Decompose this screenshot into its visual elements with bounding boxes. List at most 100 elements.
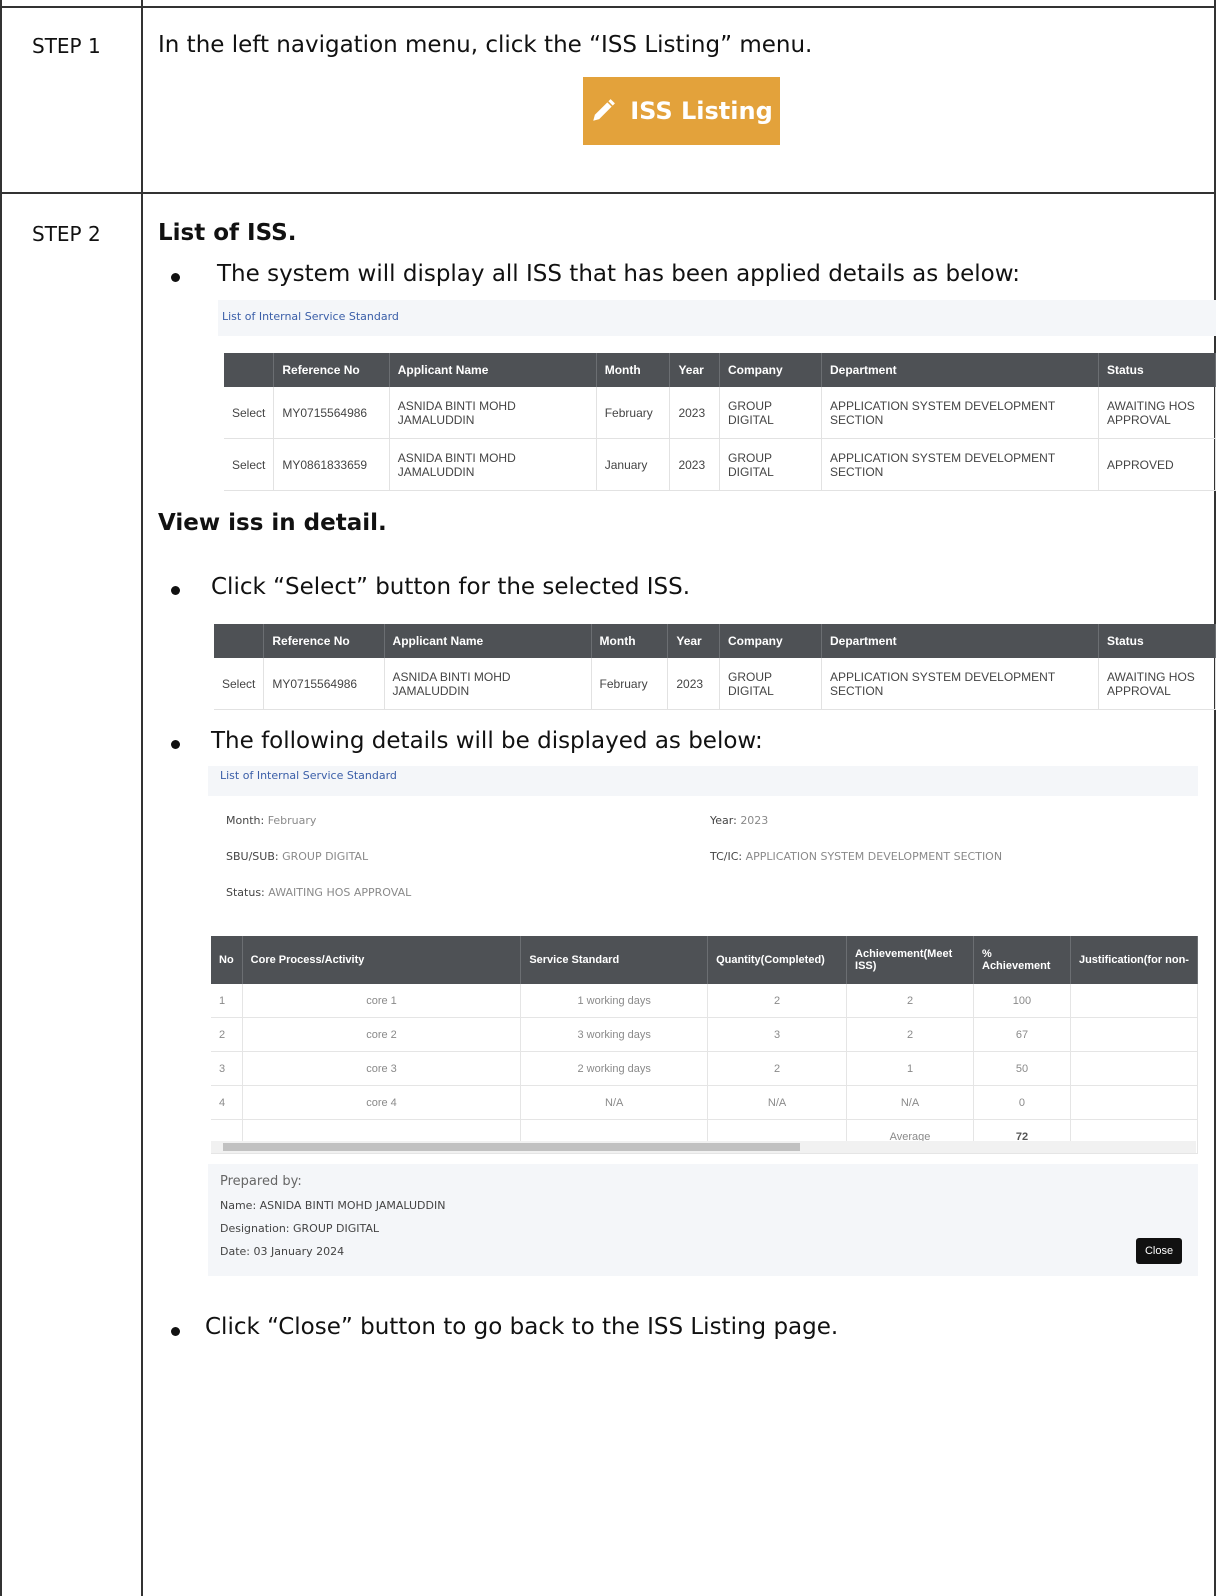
justification	[1070, 984, 1199, 1018]
sbu-label: SBU/SUB:	[226, 850, 279, 863]
year-field: Year: 2023	[710, 814, 768, 827]
service-standard: 3 working days	[520, 1017, 709, 1052]
row-no: 4	[211, 1085, 243, 1120]
table-border-divider	[141, 0, 143, 1596]
col-service-standard: Service Standard	[520, 936, 709, 984]
company: GROUP DIGITAL	[719, 387, 822, 439]
achievement: 2	[846, 984, 974, 1018]
step-1-instruction: In the left navigation menu, click the “…	[158, 32, 813, 58]
prepared-name: Name: ASNIDA BINTI MOHD JAMALUDDIN	[220, 1199, 446, 1212]
company: GROUP DIGITAL	[719, 658, 822, 710]
col-applicant-name: Applicant Name	[384, 624, 592, 658]
prepared-date: Date: 03 January 2024	[220, 1245, 345, 1258]
table-header-row: No Core Process/Activity Service Standar…	[211, 936, 1199, 984]
col-year: Year	[669, 353, 720, 387]
applicant-name: ASNIDA BINTI MOHD JAMALUDDIN	[389, 438, 597, 491]
col-month: Month	[596, 353, 671, 387]
table-row: 3 core 3 2 working days 2 1 50	[211, 1051, 1199, 1086]
row-no: 2	[211, 1017, 243, 1052]
reference-no: MY0861833659	[273, 438, 390, 491]
step-2-label: STEP 2	[32, 222, 101, 246]
select-link[interactable]: Select	[224, 438, 275, 491]
row-no: 3	[211, 1051, 243, 1086]
col-status: Status	[1098, 624, 1216, 658]
detail-title: List of Internal Service Standard	[208, 766, 1198, 796]
status: APPROVED	[1098, 438, 1216, 491]
reference-no: MY0715564986	[273, 387, 390, 439]
service-standard: 1 working days	[520, 984, 709, 1018]
month: January	[596, 438, 671, 491]
col-achievement: Achievement(Meet ISS)	[846, 936, 974, 984]
department: APPLICATION SYSTEM DEVELOPMENT SECTION	[821, 658, 1099, 710]
col-quantity: Quantity(Completed)	[707, 936, 848, 984]
document-page: STEP 1 In the left navigation menu, clic…	[0, 0, 1216, 1596]
status-field: Status: AWAITING HOS APPROVAL	[226, 886, 411, 899]
iss-detail-panel: List of Internal Service Standard Month:…	[208, 766, 1199, 1276]
col-applicant-name: Applicant Name	[389, 353, 597, 387]
table-border-row	[0, 192, 1216, 194]
select-link[interactable]: Select	[214, 658, 265, 710]
status-value: AWAITING HOS APPROVAL	[268, 886, 412, 899]
reference-no: MY0715564986	[263, 658, 385, 710]
applicant-name: ASNIDA BINTI MOHD JAMALUDDIN	[389, 387, 597, 439]
heading-list-of-iss: List of ISS.	[158, 220, 297, 246]
quantity: N/A	[707, 1085, 848, 1120]
quantity: 2	[707, 984, 848, 1018]
row-no: 1	[211, 984, 243, 1018]
table-row: 2 core 2 3 working days 3 2 67	[211, 1017, 1199, 1052]
month-value: February	[267, 814, 317, 827]
department: APPLICATION SYSTEM DEVELOPMENT SECTION	[821, 387, 1099, 439]
achievement: N/A	[846, 1085, 974, 1120]
pct-achievement: 50	[973, 1051, 1071, 1086]
scrollbar-thumb[interactable]	[223, 1143, 800, 1151]
bullet-select-text: Click “Select” button for the selected I…	[211, 574, 691, 600]
core-process: core 3	[242, 1051, 522, 1086]
year: 2023	[669, 438, 720, 491]
month: February	[596, 387, 671, 439]
col-department: Department	[821, 624, 1099, 658]
status: AWAITING HOS APPROVAL	[1098, 658, 1216, 710]
col-action	[224, 353, 275, 387]
listing-title: List of Internal Service Standard	[218, 300, 1216, 336]
col-department: Department	[821, 353, 1099, 387]
bullet-details-text: The following details will be displayed …	[211, 728, 763, 754]
bullet-list-text: The system will display all ISS that has…	[217, 261, 1021, 287]
select-link[interactable]: Select	[224, 387, 275, 439]
horizontal-scrollbar[interactable]	[211, 1141, 1196, 1153]
table-border-top	[0, 6, 1216, 8]
iss-listing-table: Reference No Applicant Name Month Year C…	[224, 353, 1216, 491]
pct-achievement: 0	[973, 1085, 1071, 1120]
pencil-icon	[593, 99, 616, 121]
prepared-by-section: Prepared by: Name: ASNIDA BINTI MOHD JAM…	[208, 1164, 1198, 1276]
applicant-name: ASNIDA BINTI MOHD JAMALUDDIN	[384, 658, 592, 710]
core-process: core 2	[242, 1017, 522, 1052]
table-row: 4 core 4 N/A N/A N/A 0	[211, 1085, 1199, 1120]
tcic-label: TC/IC:	[710, 850, 743, 863]
col-core-process: Core Process/Activity	[242, 936, 522, 984]
table-header-row: Reference No Applicant Name Month Year C…	[214, 624, 1216, 658]
iss-listing-button[interactable]: ISS Listing	[583, 77, 780, 145]
achievement: 1	[846, 1051, 974, 1086]
quantity: 3	[707, 1017, 848, 1052]
department: APPLICATION SYSTEM DEVELOPMENT SECTION	[821, 438, 1099, 491]
col-company: Company	[719, 624, 822, 658]
prepared-designation: Designation: GROUP DIGITAL	[220, 1222, 380, 1235]
tcic-value: APPLICATION SYSTEM DEVELOPMENT SECTION	[745, 850, 1003, 863]
col-year: Year	[667, 624, 720, 658]
month-label: Month:	[226, 814, 265, 827]
bullet	[171, 586, 180, 595]
core-process: core 4	[242, 1085, 522, 1120]
table-row: Select MY0715564986 ASNIDA BINTI MOHD JA…	[224, 387, 1216, 439]
justification	[1070, 1051, 1199, 1086]
col-company: Company	[719, 353, 822, 387]
iss-listing-button-label: ISS Listing	[630, 97, 773, 125]
justification	[1070, 1085, 1199, 1120]
bullet	[171, 273, 180, 282]
col-pct-achievement: % Achievement	[973, 936, 1071, 984]
table-row: 1 core 1 1 working days 2 2 100	[211, 984, 1199, 1018]
achievement: 2	[846, 1017, 974, 1052]
status-label: Status:	[226, 886, 265, 899]
close-button[interactable]: Close	[1136, 1238, 1182, 1264]
quantity: 2	[707, 1051, 848, 1086]
iss-detail-table: No Core Process/Activity Service Standar…	[211, 936, 1199, 1154]
